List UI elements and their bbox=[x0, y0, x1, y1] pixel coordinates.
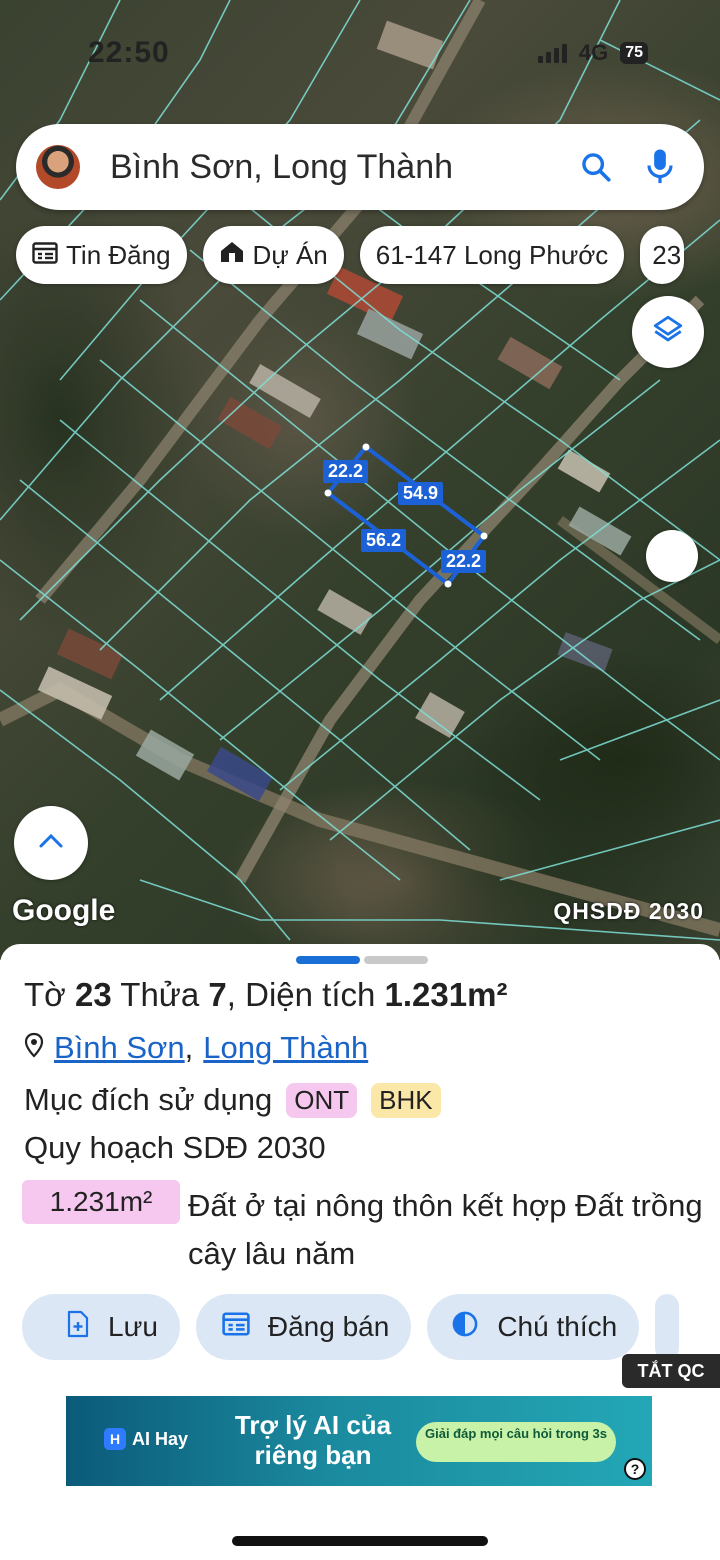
location-pin-icon bbox=[24, 1030, 44, 1066]
edge-length-label: 56.2 bbox=[361, 529, 407, 552]
chip-more[interactable]: 23 bbox=[640, 226, 685, 284]
sheet-handle[interactable] bbox=[296, 956, 428, 964]
save-button[interactable]: Lưu bbox=[22, 1294, 180, 1360]
ad-info-icon[interactable]: ? bbox=[624, 1458, 646, 1480]
action-buttons: Lưu Đăng bán Chú thích bbox=[22, 1294, 680, 1360]
search-input[interactable]: Bình Sơn, Long Thành bbox=[110, 148, 572, 187]
chip-listings[interactable]: Tin Đăng bbox=[16, 226, 187, 284]
legend-label: Chú thích bbox=[497, 1311, 618, 1342]
ad-headline: Trợ lý AI của riêng bạn bbox=[234, 1410, 392, 1470]
post-listing-button[interactable]: Đăng bán bbox=[195, 1294, 412, 1360]
search-icon[interactable] bbox=[572, 143, 620, 191]
ad-brand-name: AI Hay bbox=[132, 1428, 189, 1449]
signal-icon bbox=[537, 43, 567, 63]
parcel-location: Bình Sơn, Long Thành bbox=[24, 1030, 368, 1066]
chip-address[interactable]: 61-147 Long Phước bbox=[359, 226, 625, 284]
ad-logo-icon: H bbox=[104, 1428, 126, 1450]
search-bar[interactable]: Bình Sơn, Long Thành bbox=[16, 124, 704, 210]
usage-tag-ont: ONT bbox=[286, 1082, 358, 1118]
map-layer-label: QHSDĐ 2030 bbox=[553, 898, 704, 924]
parcel-title: Tờ 23 Thửa 7, Diện tích 1.231m² bbox=[24, 976, 508, 1013]
battery-icon: 75 bbox=[620, 42, 648, 64]
ad-banner[interactable]: H AI Hay Trợ lý AI của riêng bạn Giải đá… bbox=[66, 1396, 652, 1486]
save-label: Lưu bbox=[108, 1311, 158, 1342]
location-marker-button[interactable] bbox=[646, 530, 698, 582]
post-icon bbox=[222, 1311, 250, 1343]
location-separator: , bbox=[184, 1030, 194, 1065]
status-time: 22:50 bbox=[88, 36, 170, 69]
plan-area-badge: 1.231m² bbox=[22, 1180, 180, 1224]
layers-button[interactable] bbox=[632, 296, 704, 368]
post-label: Đăng bán bbox=[267, 1311, 390, 1342]
chevron-up-icon bbox=[38, 833, 64, 854]
more-action-button[interactable] bbox=[655, 1294, 680, 1360]
ad-brand: H AI Hay bbox=[104, 1428, 188, 1450]
land-usage: Mục đích sử dụng ONT BHK bbox=[24, 1082, 441, 1118]
chip-label: 61-147 Long Phước bbox=[375, 239, 609, 270]
filter-chips: Tin Đăng Dự Án 61-147 Long Phước 23 bbox=[16, 226, 685, 284]
chip-projects[interactable]: Dự Án bbox=[202, 226, 344, 284]
network-type: 4G bbox=[578, 40, 609, 65]
chip-label: 23 bbox=[652, 239, 682, 270]
sheet-handle-active bbox=[296, 956, 360, 964]
house-icon bbox=[219, 240, 245, 271]
sheet-handle-inactive bbox=[364, 956, 428, 964]
edge-length-label: 54.9 bbox=[398, 482, 444, 505]
layers-icon bbox=[651, 313, 685, 352]
legend-button[interactable]: Chú thích bbox=[427, 1294, 640, 1360]
hide-ad-button[interactable]: TẮT QC bbox=[622, 1354, 720, 1388]
parcel-info-sheet[interactable]: Tờ 23 Thửa 7, Diện tích 1.231m² Bình Sơn… bbox=[0, 944, 720, 1560]
plan-description: Đất ở tại nông thôn kết hợp Đất trồng câ… bbox=[188, 1188, 703, 1271]
expand-up-button[interactable] bbox=[14, 806, 88, 880]
edge-length-label: 22.2 bbox=[441, 550, 487, 573]
home-indicator[interactable] bbox=[232, 1536, 488, 1546]
usage-tag-bhk: BHK bbox=[371, 1082, 441, 1118]
save-icon bbox=[66, 1310, 90, 1345]
status-indicators: 4G 75 bbox=[537, 40, 648, 66]
microphone-icon[interactable] bbox=[636, 143, 684, 191]
google-attribution: Google bbox=[12, 894, 116, 927]
legend-icon bbox=[451, 1310, 479, 1345]
listing-icon bbox=[32, 240, 58, 271]
commune-link[interactable]: Bình Sơn bbox=[54, 1030, 185, 1066]
chip-label: Tin Đăng bbox=[66, 239, 171, 270]
edge-length-label: 22.2 bbox=[323, 460, 369, 483]
usage-label: Mục đích sử dụng bbox=[24, 1082, 273, 1117]
avatar[interactable] bbox=[36, 145, 80, 189]
ad-cta-button[interactable]: Giải đáp mọi câu hỏi trong 3s bbox=[416, 1422, 616, 1462]
chip-label: Dự Án bbox=[252, 239, 328, 270]
plan-heading: Quy hoạch SDĐ 2030 bbox=[24, 1130, 326, 1165]
map-view[interactable]: 22.2 54.9 56.2 22.2 22:50 4G 75 Bình Sơn… bbox=[0, 0, 720, 960]
district-link[interactable]: Long Thành bbox=[203, 1030, 368, 1066]
